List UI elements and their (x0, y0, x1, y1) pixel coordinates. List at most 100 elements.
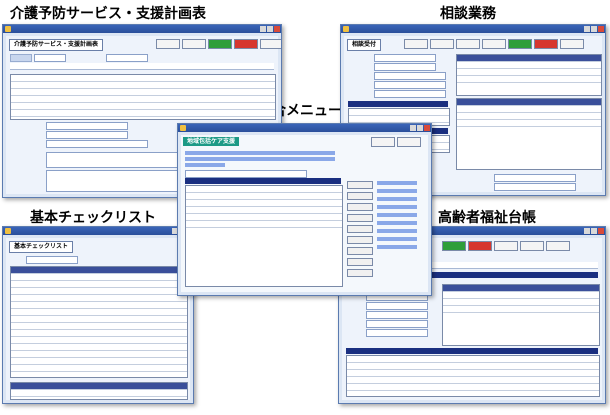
menu-link[interactable] (377, 189, 417, 193)
app-window-icon (343, 26, 349, 32)
menu-link[interactable] (377, 237, 417, 241)
text-field[interactable] (374, 72, 446, 80)
close-icon[interactable] (424, 125, 430, 131)
list-header (348, 101, 448, 107)
save-button[interactable] (442, 241, 466, 251)
toolbar-button[interactable] (456, 39, 480, 49)
client-list[interactable] (185, 185, 343, 287)
toolbar-button[interactable] (260, 39, 281, 49)
main-menu-titlebar[interactable] (178, 124, 431, 132)
text-field[interactable] (374, 90, 446, 98)
checklist-titlebar[interactable] (3, 227, 193, 235)
text-field[interactable] (46, 140, 148, 148)
menu-link[interactable] (377, 213, 417, 217)
menu-link[interactable] (377, 229, 417, 233)
checklist-header: 基本チェックリスト (9, 241, 74, 253)
minimize-icon[interactable] (410, 125, 416, 131)
main-menu-window: 地域包括ケア支援 (177, 123, 432, 296)
consultation-toolbar (404, 39, 584, 49)
menu-link[interactable] (377, 205, 417, 209)
menu-button[interactable] (347, 247, 373, 255)
menu-button[interactable] (347, 181, 373, 189)
text-field[interactable] (374, 63, 436, 71)
main-menu-body: 地域包括ケア支援 (181, 135, 428, 292)
delete-button[interactable] (468, 241, 492, 251)
close-icon[interactable] (274, 26, 280, 32)
care-plan-titlebar[interactable] (3, 25, 281, 33)
delete-button[interactable] (534, 39, 558, 49)
menu-link[interactable] (377, 245, 417, 249)
menu-button[interactable] (347, 269, 373, 277)
minimize-icon[interactable] (584, 26, 590, 32)
detail-panel (456, 54, 602, 96)
toolbar-button[interactable] (546, 241, 570, 251)
text-field[interactable] (366, 320, 428, 328)
caption-elderly-ledger: 高齢者福祉台帳 (438, 210, 536, 226)
menu-link[interactable] (185, 151, 335, 155)
menu-button[interactable] (347, 192, 373, 200)
toolbar-button[interactable] (482, 39, 506, 49)
save-button[interactable] (208, 39, 232, 49)
menu-button[interactable] (347, 203, 373, 211)
list-header (346, 348, 598, 354)
menu-link[interactable] (185, 157, 335, 161)
toolbar-button[interactable] (494, 241, 518, 251)
field-label (10, 54, 32, 62)
toolbar-button[interactable] (404, 39, 428, 49)
toolbar-button[interactable] (560, 39, 584, 49)
tab-strip[interactable] (10, 63, 274, 70)
close-icon[interactable] (598, 26, 604, 32)
caption-consultation: 相談業務 (440, 6, 496, 22)
text-field[interactable] (34, 54, 66, 62)
text-field[interactable] (106, 54, 148, 62)
text-field[interactable] (494, 174, 576, 182)
toolbar-button[interactable] (182, 39, 206, 49)
maximize-icon[interactable] (267, 26, 273, 32)
menu-button[interactable] (347, 258, 373, 266)
detail-panel (456, 98, 602, 170)
save-button[interactable] (508, 39, 532, 49)
menu-link[interactable] (377, 221, 417, 225)
maximize-icon[interactable] (591, 26, 597, 32)
menu-button[interactable] (347, 214, 373, 222)
menu-button[interactable] (347, 225, 373, 233)
menu-link[interactable] (185, 163, 225, 167)
text-field[interactable] (366, 311, 428, 319)
minimize-icon[interactable] (260, 26, 266, 32)
maximize-icon[interactable] (417, 125, 423, 131)
caption-care-plan: 介護予防サービス・支援計画表 (10, 6, 206, 22)
consultation-titlebar[interactable] (341, 25, 605, 33)
ledger-toolbar (442, 241, 570, 251)
consultation-header: 相談受付 (347, 39, 382, 51)
care-plan-toolbar (156, 39, 281, 49)
toolbar-button[interactable] (430, 39, 454, 49)
text-field[interactable] (26, 256, 78, 264)
toolbar-button[interactable] (371, 137, 395, 147)
app-title: 地域包括ケア支援 (183, 137, 240, 146)
checklist-table[interactable] (10, 266, 188, 378)
exit-button[interactable] (397, 137, 421, 147)
menu-link[interactable] (377, 181, 417, 185)
app-window-icon (180, 125, 186, 131)
history-table[interactable] (346, 355, 600, 397)
menu-link[interactable] (377, 197, 417, 201)
list-header (185, 178, 341, 184)
text-field[interactable] (366, 329, 428, 337)
text-field[interactable] (494, 183, 576, 191)
search-input[interactable] (185, 170, 307, 178)
text-field[interactable] (374, 81, 446, 89)
toolbar-button[interactable] (520, 241, 544, 251)
maximize-icon[interactable] (591, 228, 597, 234)
text-field[interactable] (366, 302, 428, 310)
app-window-icon (5, 26, 11, 32)
text-field[interactable] (46, 122, 128, 130)
menu-button[interactable] (347, 236, 373, 244)
text-field[interactable] (374, 54, 436, 62)
text-field[interactable] (46, 131, 128, 139)
minimize-icon[interactable] (584, 228, 590, 234)
form-grid (10, 74, 276, 120)
close-icon[interactable] (598, 228, 604, 234)
summary-table (10, 382, 188, 400)
toolbar-button[interactable] (156, 39, 180, 49)
delete-button[interactable] (234, 39, 258, 49)
